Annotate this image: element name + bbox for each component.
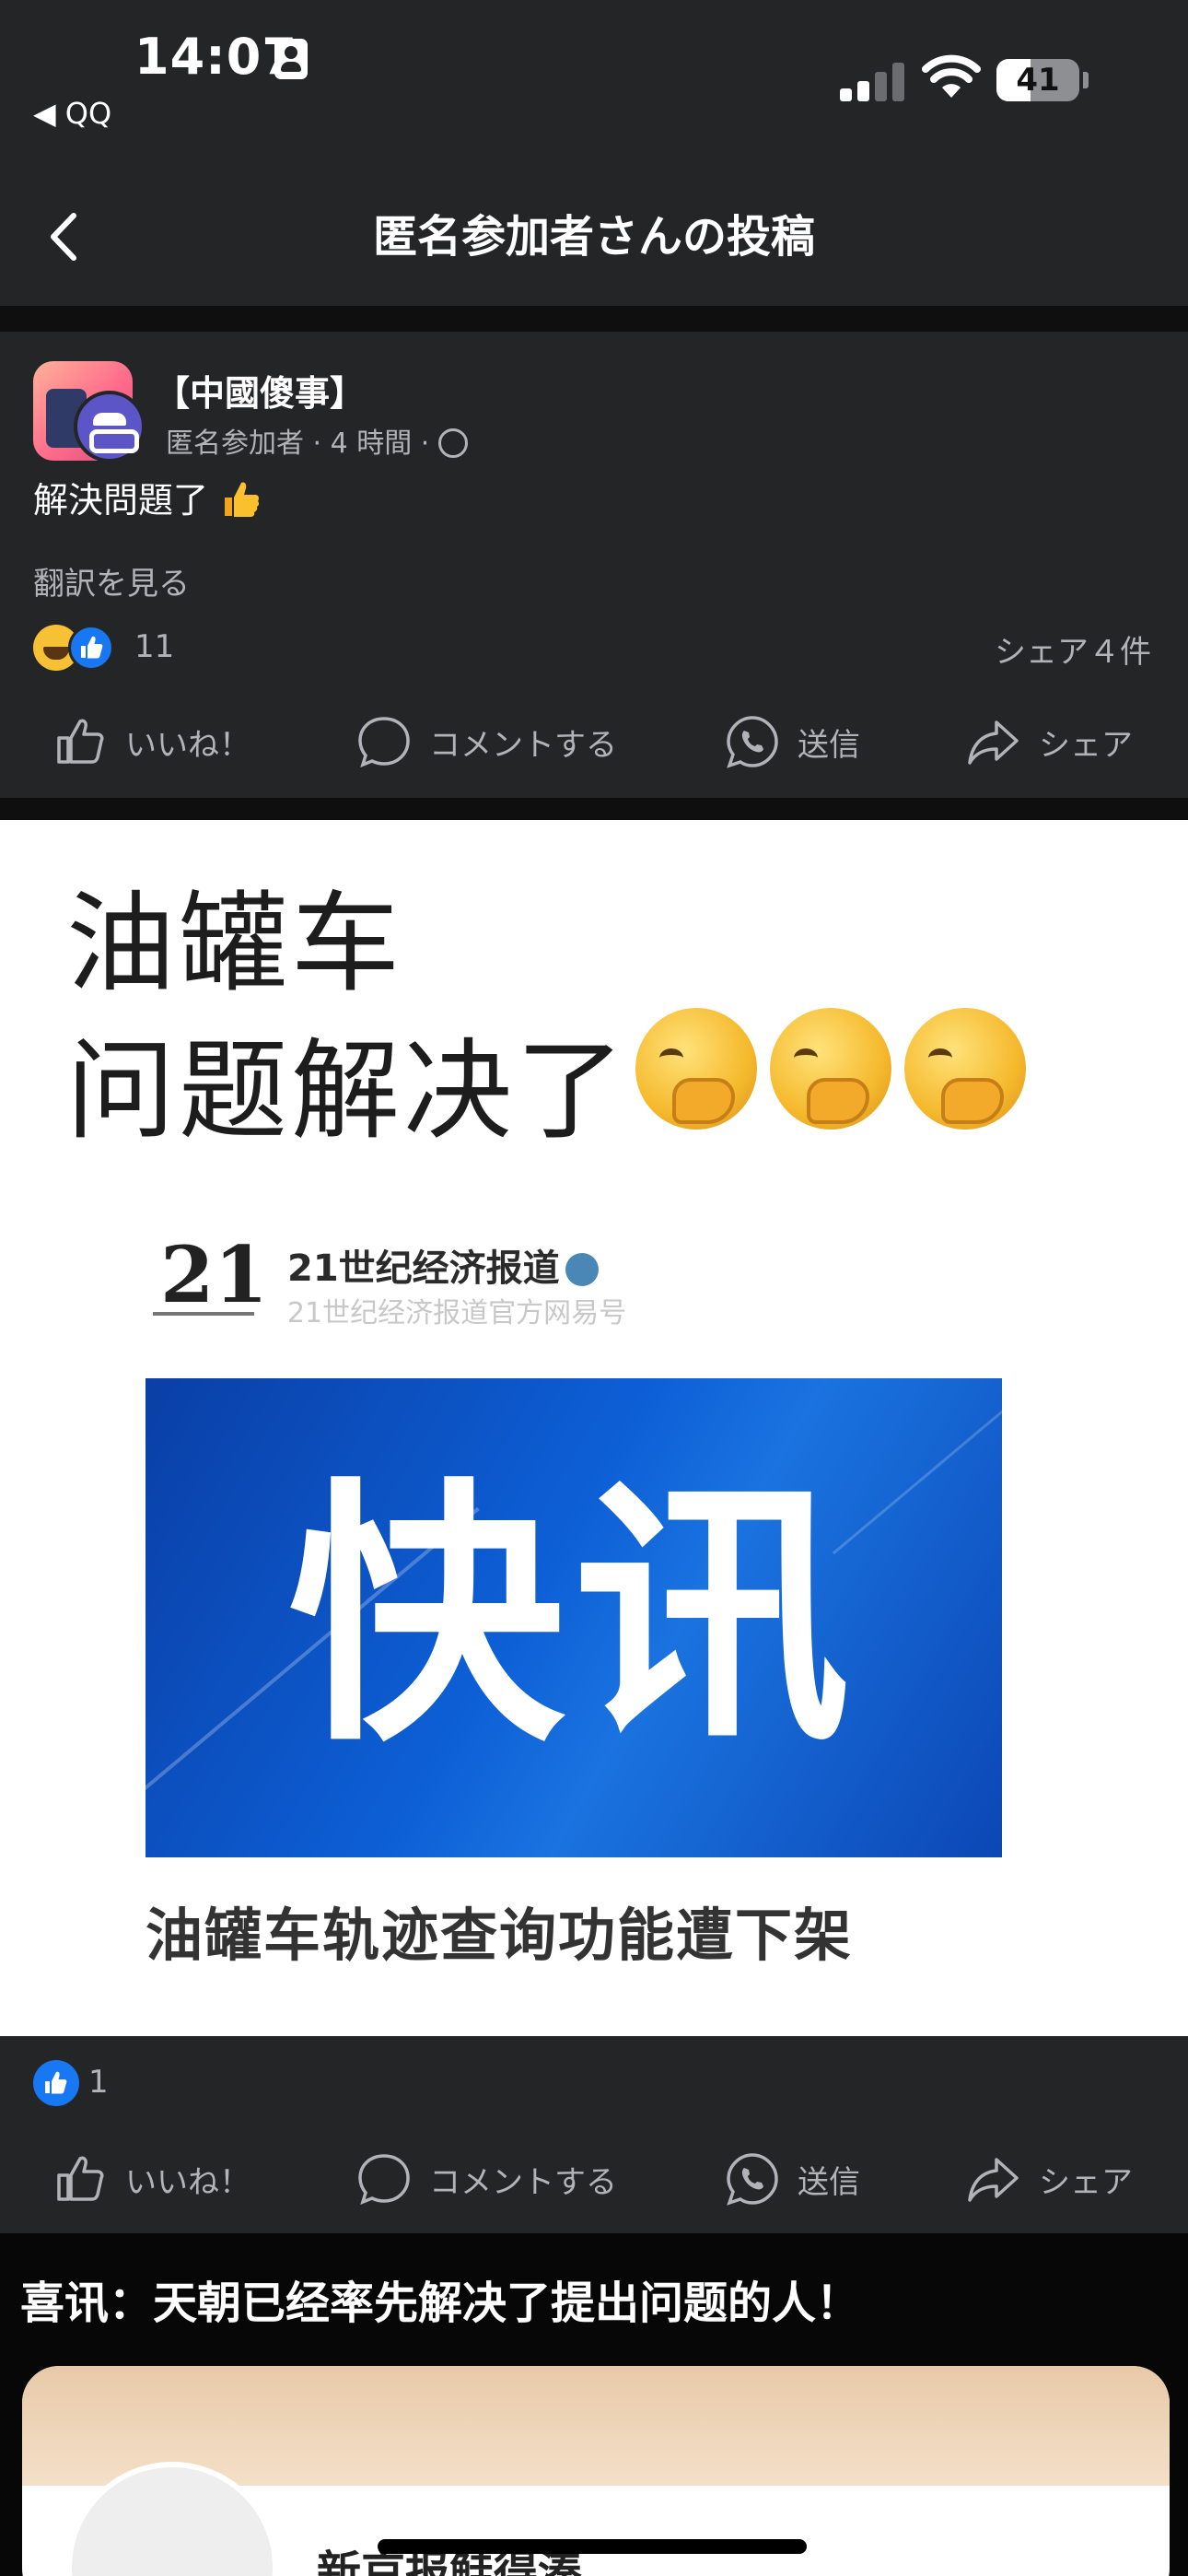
share-arrow-icon xyxy=(968,720,1019,765)
thinking-face-emoji-icon xyxy=(770,1008,891,1130)
contact-card-icon xyxy=(274,39,308,79)
page-title: 匿名参加者さんの投稿 xyxy=(372,211,815,263)
anonymous-badge-icon xyxy=(74,391,146,463)
section-divider xyxy=(0,306,1188,332)
send-button[interactable]: 送信 xyxy=(724,691,860,792)
comment-label: コメントする xyxy=(429,726,617,764)
post-text: 解決問題了 xyxy=(33,472,262,522)
post-meta: 匿名参加者 · 4 時間 · xyxy=(166,420,468,461)
verified-badge-icon xyxy=(565,1253,599,1286)
whatsapp-icon xyxy=(727,2153,778,2206)
image-reaction-count: 1 xyxy=(88,2064,109,2101)
post-action-bar: いいね！ コメントする 送信 シェア xyxy=(0,691,1188,792)
comment-button[interactable]: コメントする xyxy=(355,691,617,792)
post-time[interactable]: 4 時間 xyxy=(331,427,413,460)
clock: 14:07 xyxy=(134,28,297,86)
see-translation-link[interactable]: 翻訳を見る xyxy=(33,558,190,603)
globe-icon xyxy=(437,428,468,458)
section-divider xyxy=(0,798,1188,820)
reaction-count: 11 xyxy=(134,628,175,665)
next-post-title: 喜讯：天朝已经率先解决了提出问题的人！ xyxy=(20,2277,861,2329)
meta-separator: · xyxy=(312,427,331,460)
like-button[interactable]: いいね！ xyxy=(53,2128,250,2230)
share-count[interactable]: シェア４件 xyxy=(995,626,1151,672)
thumbs-up-emoji-icon xyxy=(225,482,260,517)
like-button[interactable]: いいね！ xyxy=(53,691,250,792)
news-outlet-subtitle: 21世纪经济报道官方网易号 xyxy=(287,1297,627,1329)
logo-underline xyxy=(153,1312,254,1316)
cellular-signal-icon xyxy=(840,59,904,101)
back-to-app-link[interactable]: ◀ QQ xyxy=(33,96,111,131)
send-button[interactable]: 送信 xyxy=(724,2128,860,2230)
comment-bubble-icon xyxy=(358,2154,410,2205)
share-button[interactable]: シェア xyxy=(965,2128,1133,2230)
wifi-icon xyxy=(922,54,981,98)
news-caption: 油罐车轨迹查询功能遭下架 xyxy=(146,1902,854,1969)
battery-icon: 41 xyxy=(996,59,1079,101)
share-button[interactable]: シェア xyxy=(965,691,1133,792)
like-reaction-icon xyxy=(68,625,114,671)
thinking-face-emoji-icon xyxy=(904,1008,1026,1130)
like-label: いいね！ xyxy=(125,726,250,764)
send-label: 送信 xyxy=(798,726,860,764)
home-indicator[interactable] xyxy=(378,2539,807,2554)
news-flash-banner: 快讯 xyxy=(146,1378,1002,1857)
send-label: 送信 xyxy=(798,2163,860,2201)
thinking-face-emoji-icon xyxy=(635,1008,757,1130)
like-reaction-icon[interactable] xyxy=(33,2060,79,2106)
battery-cap xyxy=(1083,72,1089,88)
share-arrow-icon xyxy=(968,2158,1019,2202)
status-bar: 14:07 ◀ QQ 41 xyxy=(0,0,1188,175)
news-outlet-label: 21世纪经济报道 xyxy=(287,1247,560,1290)
thumbs-up-icon xyxy=(57,719,104,764)
battery-level: 41 xyxy=(1016,62,1060,99)
comment-button[interactable]: コメントする xyxy=(355,2128,617,2230)
group-name[interactable]: 【中國傻事】 xyxy=(155,365,365,416)
like-label: いいね！ xyxy=(125,2163,250,2201)
post-body: 解決問題了 xyxy=(33,480,209,521)
comment-bubble-icon xyxy=(358,717,410,767)
whatsapp-icon xyxy=(727,716,778,768)
meme-text-line1: 油罐车 xyxy=(66,880,404,1007)
news-outlet-logo: 21 xyxy=(160,1229,268,1320)
news-flash-text: 快讯 xyxy=(288,1457,859,1778)
image-action-bar: いいね！ コメントする 送信 シェア xyxy=(0,2128,1188,2230)
author-name[interactable]: 匿名参加者 xyxy=(166,427,304,460)
like-thumb-glyph xyxy=(45,2071,67,2094)
meta-separator: · xyxy=(420,427,438,460)
share-label: シェア xyxy=(1039,2163,1133,2201)
back-chevron-icon[interactable] xyxy=(37,205,92,269)
thumbs-up-icon xyxy=(57,2156,104,2201)
like-thumb-glyph xyxy=(81,636,103,659)
comment-label: コメントする xyxy=(429,2163,617,2201)
meme-text-line2: 问题解决了 xyxy=(66,1027,629,1154)
news-outlet-name: 21世纪经济报道 xyxy=(287,1238,599,1292)
share-label: シェア xyxy=(1039,726,1133,764)
